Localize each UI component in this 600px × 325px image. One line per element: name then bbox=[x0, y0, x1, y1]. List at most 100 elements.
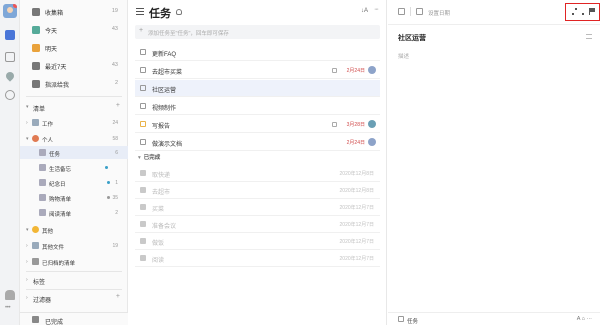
sidebar-item-other[interactable]: ▾ 其他 bbox=[20, 223, 128, 236]
sidebar-item-personal[interactable]: ▾ 个人 58 bbox=[20, 132, 128, 145]
completed-task-row[interactable]: 准备会议 2020年12月7日 bbox=[135, 216, 380, 233]
personal-icon bbox=[32, 135, 39, 142]
detail-checkbox[interactable] bbox=[398, 8, 405, 15]
sidebar-item-life-memo[interactable]: 生活备忘 bbox=[20, 161, 128, 174]
completed-task-row[interactable]: 去超市 2020年12月8日 bbox=[135, 182, 380, 199]
description-input[interactable]: 描述 bbox=[398, 52, 409, 60]
task-checkbox[interactable] bbox=[140, 139, 146, 145]
sidebar-item-reading[interactable]: 阅读清单 2 bbox=[20, 206, 128, 219]
task-row[interactable]: 写报告 3月28日 bbox=[135, 116, 380, 133]
filters-section-header[interactable]: › 过滤器 + bbox=[20, 291, 128, 305]
completed-section-header[interactable]: ▾ 已完成 bbox=[138, 153, 160, 161]
task-checkbox[interactable] bbox=[140, 121, 146, 127]
task-checkbox-checked[interactable] bbox=[140, 170, 146, 176]
assigned-icon bbox=[32, 80, 40, 88]
task-checkbox-checked[interactable] bbox=[140, 187, 146, 193]
task-checkbox[interactable] bbox=[140, 67, 146, 73]
sidebar-item-assigned[interactable]: 指派给我 2 bbox=[20, 76, 128, 92]
sidebar-item-other-files[interactable]: › 其他文件 19 bbox=[20, 239, 128, 252]
color-dot bbox=[107, 181, 110, 184]
color-dot bbox=[105, 166, 108, 169]
set-date-button[interactable]: 设置日期 bbox=[428, 9, 450, 17]
assignee-avatar bbox=[368, 138, 376, 146]
task-row-selected[interactable]: 社区运营 bbox=[135, 80, 380, 97]
move-to-list-button[interactable]: 任务 bbox=[407, 317, 418, 325]
list-icon bbox=[39, 194, 46, 201]
task-row[interactable]: 去超市买菜 2月24日 bbox=[135, 62, 380, 79]
task-checkbox[interactable] bbox=[140, 49, 146, 55]
icon-rail bbox=[0, 0, 20, 325]
chevron-right-icon: › bbox=[26, 120, 28, 126]
task-row[interactable]: 更新FAQ bbox=[135, 44, 380, 61]
list-icon bbox=[39, 164, 46, 171]
sidebar-item-shopping[interactable]: 购物清单 35 bbox=[20, 191, 128, 204]
completed-task-row[interactable]: 取快递 2020年12月8日 bbox=[135, 165, 380, 182]
task-checkbox-checked[interactable] bbox=[140, 204, 146, 210]
sidebar-item-archived[interactable]: › 已归档的清单 bbox=[20, 255, 128, 268]
completed-icon bbox=[32, 316, 39, 323]
flag-icon[interactable] bbox=[589, 8, 595, 15]
assignee-avatar bbox=[368, 120, 376, 128]
subtask-icon[interactable] bbox=[572, 8, 584, 16]
completed-task-row[interactable]: 阅读 2020年12月7日 bbox=[135, 250, 380, 267]
task-detail-panel: 设置日期 社区运营 描述 任务 A ⌂ ··· bbox=[388, 0, 600, 325]
task-checkbox[interactable] bbox=[140, 85, 146, 91]
calendar-icon[interactable] bbox=[5, 52, 15, 62]
more-button[interactable]: ··· bbox=[374, 6, 379, 13]
detail-footer: 任务 A ⌂ ··· bbox=[388, 312, 600, 325]
task-list-panel: 任务 ↓A ··· + 添加任务至"任务"，回车即可保存 更新FAQ 去超市买菜… bbox=[128, 0, 387, 325]
sort-button[interactable]: ↓A bbox=[361, 8, 368, 14]
sidebar-item-today[interactable]: 今天 43 bbox=[20, 22, 128, 38]
inbox-icon bbox=[32, 8, 40, 16]
task-checkbox-checked[interactable] bbox=[140, 221, 146, 227]
sidebar-item-completed[interactable]: 已完成 bbox=[20, 312, 128, 325]
bell-icon[interactable] bbox=[5, 290, 15, 300]
chevron-right-icon: › bbox=[26, 259, 28, 265]
divider bbox=[26, 271, 122, 272]
divider bbox=[410, 7, 411, 16]
page-title: 任务 bbox=[149, 8, 171, 20]
share-icon[interactable] bbox=[176, 9, 182, 15]
sidebar-item-anniversary[interactable]: 纪念日 1 bbox=[20, 176, 128, 189]
divider bbox=[388, 24, 600, 25]
calendar-icon[interactable] bbox=[416, 8, 423, 15]
divider bbox=[26, 289, 122, 290]
list-icon bbox=[39, 149, 46, 156]
search-icon[interactable] bbox=[5, 90, 15, 100]
lists-section-header[interactable]: ▾ 清单 + bbox=[20, 100, 128, 114]
task-checkbox[interactable] bbox=[140, 103, 146, 109]
chevron-down-icon: ▾ bbox=[26, 227, 29, 233]
sidebar-item-next7days[interactable]: 最近7天 43 bbox=[20, 58, 128, 74]
list-icon bbox=[39, 209, 46, 216]
calendar-icon bbox=[332, 122, 337, 127]
task-checkbox-checked[interactable] bbox=[140, 238, 146, 244]
list-icon bbox=[39, 179, 46, 186]
description-menu-icon[interactable] bbox=[586, 34, 592, 39]
tasks-icon[interactable] bbox=[5, 30, 15, 40]
location-icon[interactable] bbox=[4, 70, 16, 82]
completed-task-row[interactable]: 做饭 2020年12月7日 bbox=[135, 233, 380, 250]
sidebar-item-tomorrow[interactable]: 明天 bbox=[20, 40, 128, 56]
add-task-input[interactable]: + 添加任务至"任务"，回车即可保存 bbox=[135, 25, 380, 39]
more-icon[interactable] bbox=[5, 305, 15, 312]
today-icon bbox=[32, 26, 40, 34]
chevron-right-icon: › bbox=[26, 277, 28, 283]
add-list-icon[interactable]: + bbox=[116, 102, 120, 109]
avatar[interactable] bbox=[3, 4, 17, 18]
menu-toggle-icon[interactable] bbox=[136, 8, 144, 15]
notification-dot bbox=[13, 4, 17, 8]
tags-section-header[interactable]: › 标签 bbox=[20, 273, 128, 287]
assignee-avatar bbox=[368, 66, 376, 74]
add-filter-icon[interactable]: + bbox=[116, 293, 120, 300]
task-checkbox-checked[interactable] bbox=[140, 255, 146, 261]
task-row[interactable]: 视频制作 bbox=[135, 98, 380, 115]
footer-actions[interactable]: A ⌂ ··· bbox=[577, 316, 592, 322]
task-row[interactable]: 做演示文档 2月24日 bbox=[135, 134, 380, 151]
sidebar-item-work[interactable]: › 工作 24 bbox=[20, 116, 128, 129]
sidebar-item-tasks[interactable]: 任务 6 bbox=[20, 146, 128, 159]
sidebar: 收集箱 19 今天 43 明天 最近7天 43 指派给我 2 ▾ 清单 + › … bbox=[20, 0, 128, 325]
folder-icon bbox=[32, 242, 39, 249]
sidebar-item-inbox[interactable]: 收集箱 19 bbox=[20, 4, 128, 20]
completed-task-row[interactable]: 买菜 2020年12月7日 bbox=[135, 199, 380, 216]
detail-title[interactable]: 社区运营 bbox=[398, 33, 426, 43]
